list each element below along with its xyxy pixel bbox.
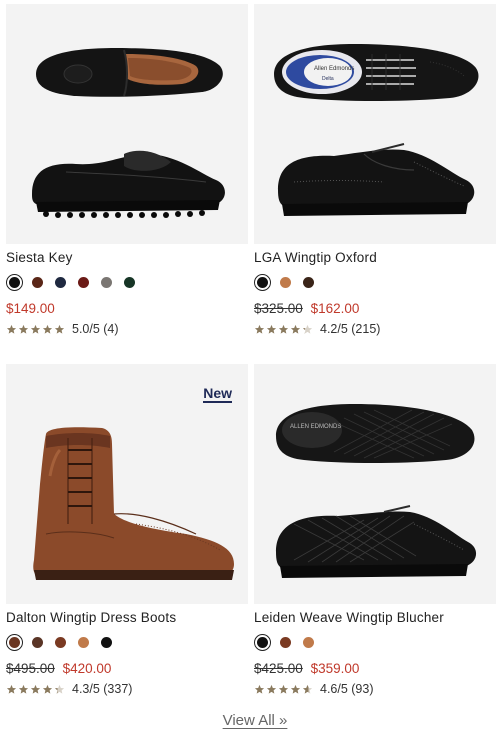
star-icon <box>302 324 313 334</box>
star-icon <box>42 324 53 334</box>
star-icon <box>290 324 301 334</box>
original-price: $425.00 <box>254 661 303 676</box>
product-rating: 4.6/5 (93) <box>254 681 496 697</box>
star-icon <box>278 684 289 694</box>
color-swatch[interactable] <box>300 634 317 651</box>
star-icon <box>266 324 277 334</box>
rating-text: 4.2/5 (215) <box>320 322 381 336</box>
product-price: $325.00 $162.00 <box>254 301 496 317</box>
svg-text:Delta: Delta <box>322 76 334 82</box>
product-rating: 4.2/5 (215) <box>254 321 496 337</box>
color-swatch[interactable] <box>254 634 271 651</box>
svg-text:Allen Edmonds: Allen Edmonds <box>314 66 354 72</box>
color-swatch[interactable] <box>121 274 138 291</box>
sale-price: $149.00 <box>6 301 55 316</box>
star-icon <box>42 684 53 694</box>
product-rating: 5.0/5 (4) <box>6 321 248 337</box>
star-icon <box>6 684 17 694</box>
svg-text:ALLEN EDMONDS: ALLEN EDMONDS <box>290 424 341 430</box>
color-swatch[interactable] <box>6 634 23 651</box>
star-icon <box>54 684 65 694</box>
product-image[interactable]: Allen Edmonds Delta <box>254 4 496 244</box>
view-all: View All » <box>0 712 500 729</box>
star-rating <box>6 324 65 335</box>
color-swatch[interactable] <box>98 634 115 651</box>
color-swatches <box>254 634 496 652</box>
view-all-link[interactable]: View All » <box>223 712 288 729</box>
star-icon <box>30 324 41 334</box>
product-rating: 4.3/5 (337) <box>6 681 248 697</box>
product-image[interactable] <box>6 4 248 244</box>
color-swatches <box>6 634 248 652</box>
color-swatch[interactable] <box>300 274 317 291</box>
product-card: ALLEN EDMONDS Leiden Weave Wingtip Bluch… <box>254 364 496 697</box>
star-icon <box>54 324 65 334</box>
product-name[interactable]: LGA Wingtip Oxford <box>254 250 496 266</box>
product-name[interactable]: Siesta Key <box>6 250 248 266</box>
rating-text: 4.6/5 (93) <box>320 682 374 696</box>
color-swatches <box>6 274 248 292</box>
color-swatch[interactable] <box>52 634 69 651</box>
sale-price: $162.00 <box>310 301 360 316</box>
product-card: New Dalton Wingtip Dress Boots $495.00 $… <box>6 364 248 697</box>
original-price: $325.00 <box>254 301 303 316</box>
star-icon <box>18 684 29 694</box>
product-price: $149.00 <box>6 301 248 317</box>
color-swatch[interactable] <box>75 634 92 651</box>
color-swatch[interactable] <box>52 274 69 291</box>
color-swatch[interactable] <box>277 634 294 651</box>
star-icon <box>30 684 41 694</box>
sale-price: $420.00 <box>62 661 112 676</box>
color-swatch[interactable] <box>254 274 271 291</box>
product-name[interactable]: Dalton Wingtip Dress Boots <box>6 610 248 626</box>
star-icon <box>302 684 313 694</box>
product-image[interactable]: New <box>6 364 248 604</box>
star-icon <box>290 684 301 694</box>
star-icon <box>6 324 17 334</box>
product-card: Siesta Key $149.00 5.0/5 (4) <box>6 4 248 337</box>
new-badge: New <box>203 385 232 403</box>
sale-price: $359.00 <box>310 661 360 676</box>
product-name[interactable]: Leiden Weave Wingtip Blucher <box>254 610 496 626</box>
star-icon <box>254 324 265 334</box>
star-icon <box>278 324 289 334</box>
original-price: $495.00 <box>6 661 55 676</box>
product-card: Allen Edmonds Delta LGA Wingtip Oxford $… <box>254 4 496 337</box>
color-swatch[interactable] <box>6 274 23 291</box>
star-icon <box>266 684 277 694</box>
rating-text: 4.3/5 (337) <box>72 682 133 696</box>
product-price: $425.00 $359.00 <box>254 661 496 677</box>
product-price: $495.00 $420.00 <box>6 661 248 677</box>
star-icon <box>18 324 29 334</box>
color-swatch[interactable] <box>98 274 115 291</box>
color-swatches <box>254 274 496 292</box>
color-swatch[interactable] <box>277 274 294 291</box>
color-swatch[interactable] <box>29 634 46 651</box>
star-icon <box>254 684 265 694</box>
color-swatch[interactable] <box>29 274 46 291</box>
product-image[interactable]: ALLEN EDMONDS <box>254 364 496 604</box>
color-swatch[interactable] <box>75 274 92 291</box>
star-rating <box>254 324 313 335</box>
star-rating <box>254 684 313 695</box>
rating-text: 5.0/5 (4) <box>72 322 119 336</box>
star-rating <box>6 684 65 695</box>
